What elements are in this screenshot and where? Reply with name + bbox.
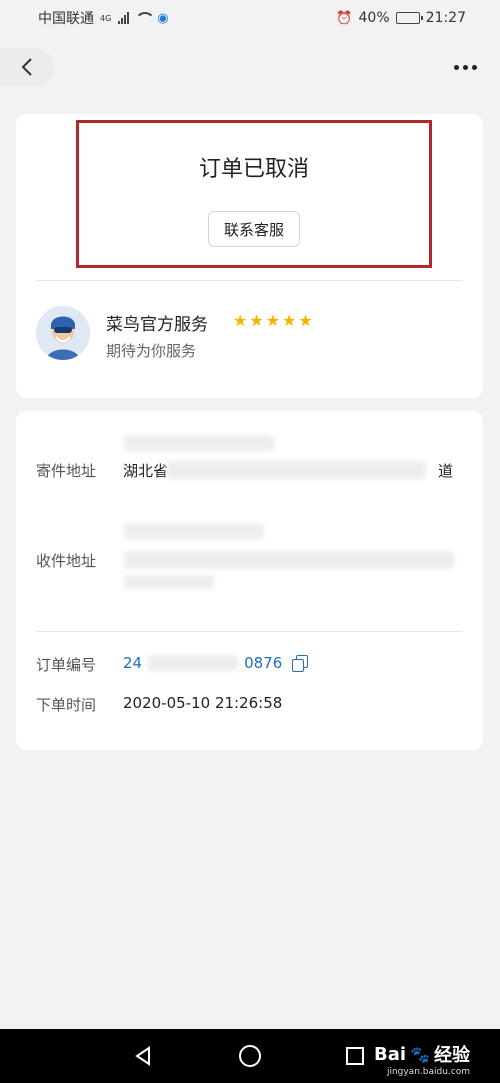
battery-percent: 40% [358, 10, 390, 26]
order-status-title: 订单已取消 [198, 157, 309, 182]
courier-rating: ★ ★ ★ ★ ★ [233, 312, 313, 330]
copy-icon[interactable] [292, 655, 309, 672]
back-button[interactable] [0, 48, 54, 86]
sender-address-label: 寄件地址 [36, 462, 97, 480]
star-icon: ★ [282, 311, 297, 330]
redacted-sender-address [166, 461, 426, 479]
courier-avatar [36, 306, 90, 360]
courier-avatar-icon [36, 306, 90, 360]
receiver-address-label: 收件地址 [36, 552, 97, 570]
order-status-card: 订单已取消 联系客服 菜鸟官方服务 ★ ★ ★ ★ ★ 期待为你服务 [16, 114, 483, 398]
star-icon: ★ [265, 311, 281, 330]
watermark: Bai 🐾 经验 jingyan.baidu.com [374, 1041, 470, 1078]
sender-address-end: 道 [438, 462, 454, 480]
star-icon: ★ [233, 311, 248, 330]
order-number-end: 0876 [244, 654, 283, 672]
redacted-sender-contact [124, 435, 274, 451]
courier-subtitle: 期待为你服务 [106, 342, 197, 360]
contact-service-button[interactable]: 联系客服 [208, 211, 300, 247]
more-options-button[interactable] [450, 54, 480, 80]
nav-back-icon[interactable] [133, 1046, 153, 1066]
watermark-suffix: 经验 [434, 1045, 470, 1066]
divider [36, 280, 463, 281]
star-icon: ★ [249, 311, 264, 330]
more-dots-icon [453, 64, 477, 70]
courier-name: 菜鸟官方服务 [106, 315, 208, 335]
carrier-name: 中国联通 [38, 11, 94, 27]
nav-home-icon[interactable] [239, 1045, 261, 1067]
order-time-value: 2020-05-10 21:26:58 [123, 694, 283, 712]
signal-icon [118, 12, 130, 24]
nav-recent-icon[interactable] [346, 1047, 364, 1065]
paw-icon: 🐾 [410, 1044, 430, 1064]
order-number-start: 24 [123, 654, 143, 672]
order-info-card: 寄件地址 湖北省 道 收件地址 订单编号 24 0876 下单时间 2020-0… [16, 411, 483, 750]
divider [36, 631, 463, 632]
order-time-label: 下单时间 [36, 696, 97, 714]
watermark-url: jingyan.baidu.com [386, 1067, 470, 1077]
watermark-brand: Bai [374, 1043, 407, 1065]
chevron-left-icon [21, 58, 32, 76]
battery-icon [395, 12, 423, 24]
redacted-receiver-address [124, 551, 454, 569]
status-bar: 中国联通 4G ◉ ⏰ 40% 21:27 [0, 0, 500, 36]
system-nav-bar: Bai 🐾 经验 jingyan.baidu.com [0, 1029, 500, 1083]
clock-time: 21:27 [425, 10, 466, 26]
star-icon: ★ [298, 311, 313, 330]
notification-app-icon: ◉ [157, 10, 169, 26]
alarm-icon: ⏰ [336, 10, 353, 26]
top-bar [0, 36, 500, 100]
redacted-receiver-contact [124, 523, 264, 539]
order-number[interactable]: 24 0876 [123, 654, 309, 672]
wifi-icon [135, 12, 156, 24]
redacted-receiver-address-line2 [124, 575, 214, 589]
network-type: 4G [100, 13, 112, 23]
order-number-label: 订单编号 [36, 656, 97, 674]
highlight-box: 订单已取消 联系客服 [76, 120, 432, 268]
redacted-order-number [148, 655, 239, 671]
